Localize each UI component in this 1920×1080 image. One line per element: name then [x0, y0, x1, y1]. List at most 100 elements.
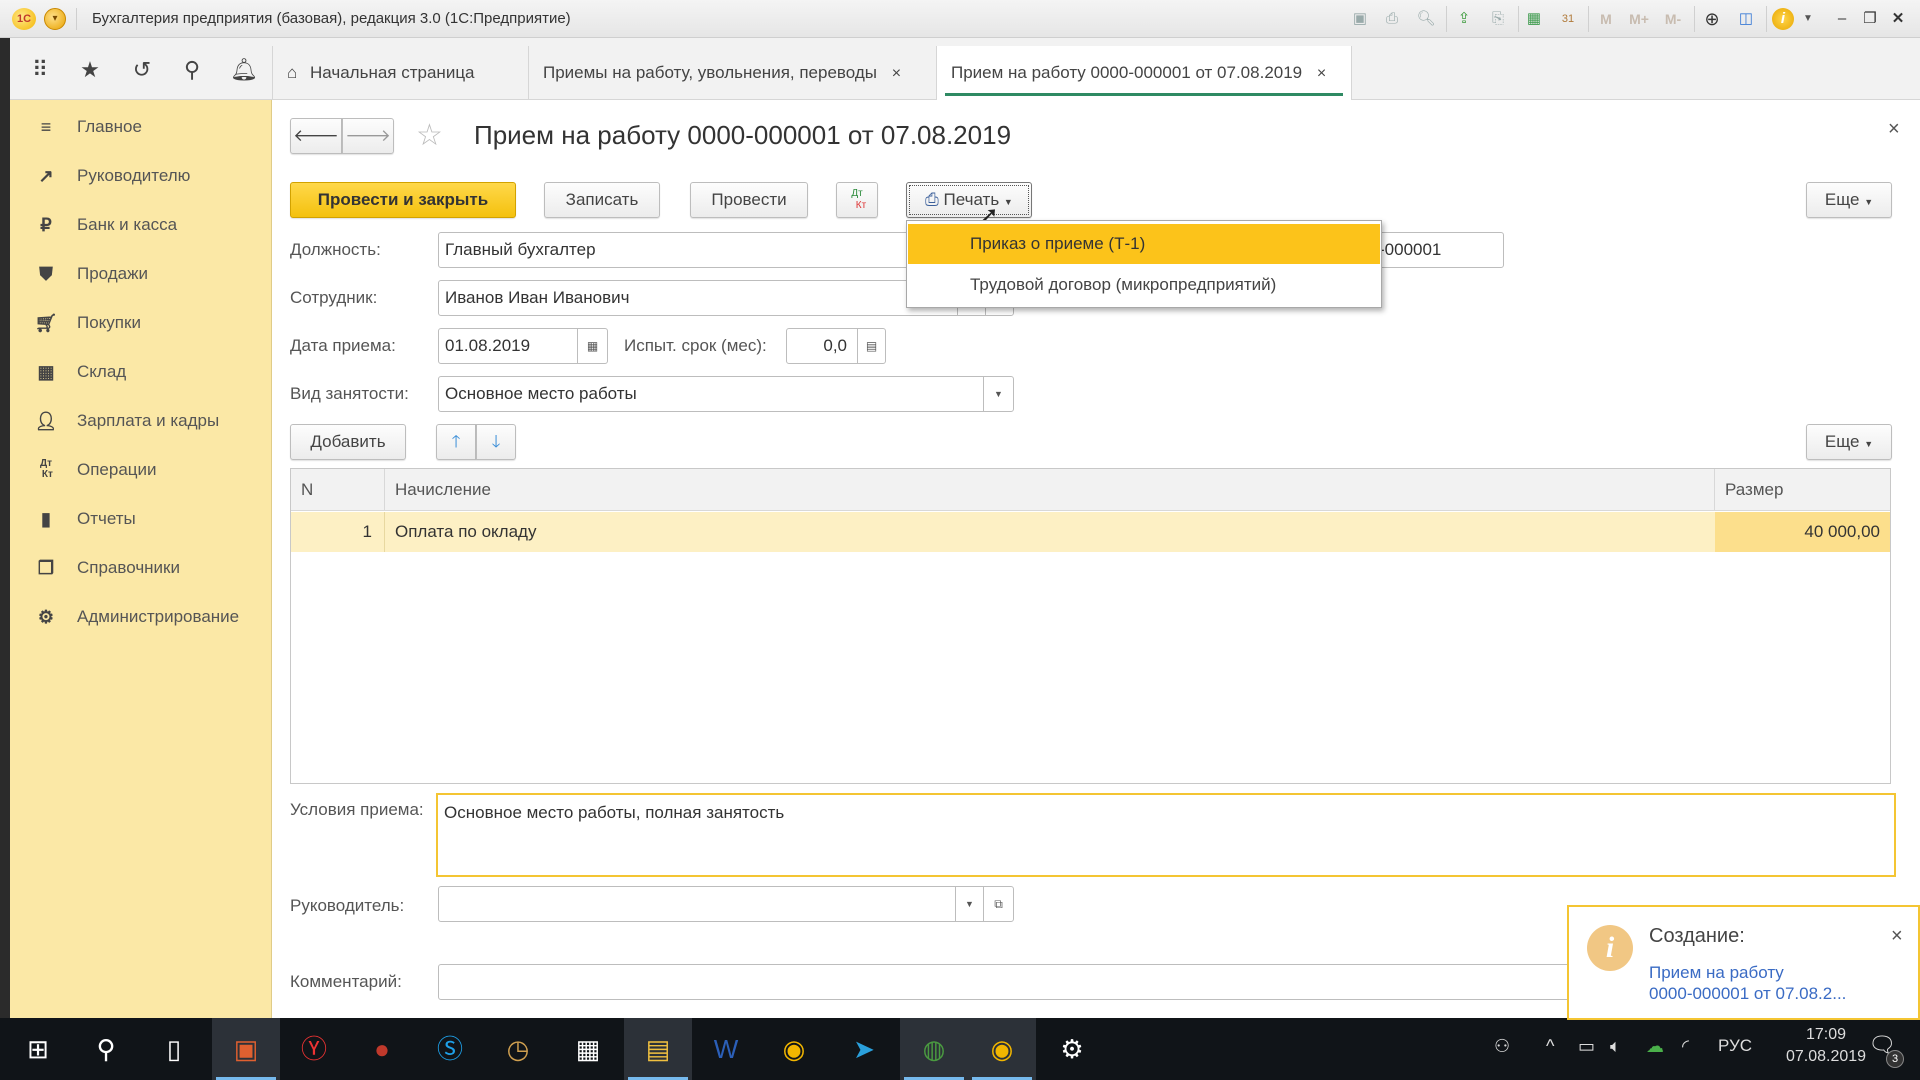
move-down-button[interactable]: 🡓: [476, 424, 516, 460]
sidebar-item-salary[interactable]: 👤︎ Зарплата и кадры: [10, 396, 272, 445]
table-cell-amount[interactable]: 40 000,00: [1715, 512, 1890, 552]
sidebar-item-manager[interactable]: ↗ Руководителю: [10, 151, 272, 200]
sidebar-item-catalogs[interactable]: ❒ Справочники: [10, 543, 272, 592]
info-dropdown-icon[interactable]: ▼: [1796, 8, 1820, 30]
close-tab-icon[interactable]: ×: [892, 65, 901, 82]
calendar-icon[interactable]: ▦: [577, 329, 607, 363]
presentation-app-icon[interactable]: ▣: [212, 1018, 280, 1080]
history-icon[interactable]: ↺: [128, 56, 156, 84]
minimize-icon[interactable]: –: [1830, 8, 1854, 30]
search-icon[interactable]: ⚲: [178, 56, 206, 84]
tab-home[interactable]: ⌂ Начальная страница: [272, 46, 528, 100]
wifi-icon[interactable]: ◜: [1682, 1036, 1689, 1057]
sidebar-item-main[interactable]: ≡ Главное: [10, 102, 272, 151]
column-header-amount[interactable]: Размер: [1715, 469, 1890, 511]
favorite-star-icon[interactable]: ☆: [416, 118, 443, 153]
chevron-down-icon[interactable]: ▼: [983, 377, 1013, 411]
download-icon[interactable]: ⎘: [1486, 8, 1510, 30]
clock-app-icon[interactable]: ◷: [484, 1018, 552, 1080]
print-button[interactable]: ⎙ Печать ▼: [906, 182, 1032, 218]
table-cell-n[interactable]: 1: [291, 512, 385, 552]
sidebar-item-admin[interactable]: ⚙ Администрирование: [10, 592, 272, 641]
memory-m-button[interactable]: M: [1594, 8, 1618, 30]
move-up-button[interactable]: 🡑: [436, 424, 476, 460]
employment-type-label: Вид занятости:: [290, 384, 409, 403]
favorites-star-icon[interactable]: ★: [76, 56, 104, 84]
table-cell-accrual[interactable]: Оплата по окладу: [385, 512, 1715, 552]
sync-cloud-icon[interactable]: ☁: [1646, 1036, 1664, 1057]
upload-icon[interactable]: ⇪: [1452, 8, 1476, 30]
start-icon[interactable]: ⊞: [4, 1018, 72, 1080]
probation-field[interactable]: 0,0 ▤: [786, 328, 886, 364]
open-icon[interactable]: ⧉: [983, 887, 1013, 921]
post-button[interactable]: Провести: [690, 182, 808, 218]
1c-icon[interactable]: ◉: [760, 1018, 828, 1080]
sidebar-item-warehouse[interactable]: ▦ Склад: [10, 347, 272, 396]
sidebar-item-operations[interactable]: Дт Кт Операции: [10, 445, 272, 494]
table-more-button[interactable]: Еще ▼: [1806, 424, 1892, 460]
apps-grid-icon[interactable]: ⠿: [26, 56, 54, 84]
save-button[interactable]: Записать: [544, 182, 660, 218]
tab-hirings-list[interactable]: Приемы на работу, увольнения, переводы ×: [528, 46, 936, 100]
save-icon[interactable]: ▣: [1348, 8, 1372, 30]
battery-icon[interactable]: ▭: [1578, 1036, 1595, 1057]
memory-minus-button[interactable]: M-: [1658, 8, 1688, 30]
add-row-button[interactable]: Добавить: [290, 424, 406, 460]
more-button[interactable]: Еще ▼: [1806, 182, 1892, 218]
calculator-icon[interactable]: ▤: [857, 329, 885, 363]
preview-icon[interactable]: 🔍︎: [1414, 8, 1438, 30]
restore-icon[interactable]: ❐: [1858, 8, 1882, 30]
main-menu-button[interactable]: ▾: [44, 8, 66, 30]
show-hidden-icons[interactable]: ^: [1546, 1036, 1554, 1057]
apple-app-icon[interactable]: ●: [348, 1018, 416, 1080]
column-header-accrual[interactable]: Начисление: [385, 469, 1715, 511]
word-icon[interactable]: W: [692, 1018, 760, 1080]
sidebar-item-reports[interactable]: ▮ Отчеты: [10, 494, 272, 543]
dt-kt-button[interactable]: Дт Кт: [836, 182, 878, 218]
hire-date-field[interactable]: 01.08.2019 ▦: [438, 328, 608, 364]
task-view-icon[interactable]: ▯: [140, 1018, 208, 1080]
sidebar-item-purchases[interactable]: 🛒︎ Покупки: [10, 298, 272, 347]
calculator-app-icon[interactable]: ▦: [554, 1018, 622, 1080]
employment-type-select[interactable]: Основное место работы ▼: [438, 376, 1014, 412]
zoom-in-icon[interactable]: ⊕: [1700, 8, 1724, 30]
post-and-close-button[interactable]: Провести и закрыть: [290, 182, 516, 218]
telegram-icon[interactable]: ➤: [830, 1018, 898, 1080]
conditions-textarea[interactable]: Основное место работы, полная занятость: [436, 793, 1896, 877]
back-button[interactable]: 🡐: [290, 118, 342, 154]
clock[interactable]: 17:09 07.08.2019: [1784, 1026, 1868, 1066]
yandex-browser-icon[interactable]: Ⓨ: [280, 1018, 348, 1080]
chrome-icon[interactable]: ◍: [900, 1018, 968, 1080]
notifications-bell-icon[interactable]: 🔔︎: [230, 56, 258, 84]
info-icon[interactable]: i: [1772, 8, 1794, 30]
memory-plus-button[interactable]: M+: [1624, 8, 1654, 30]
notification-close-icon[interactable]: ×: [1891, 925, 1903, 948]
skype-icon[interactable]: Ⓢ: [416, 1018, 484, 1080]
close-icon[interactable]: ✕: [1886, 8, 1910, 30]
calendar-icon[interactable]: 31: [1556, 8, 1580, 30]
volume-icon[interactable]: 🔈︎: [1610, 1036, 1621, 1057]
settings-icon[interactable]: ⚙: [1038, 1018, 1106, 1080]
sidebar-item-sales[interactable]: ⛊ Продажи: [10, 249, 272, 298]
print-icon[interactable]: ⎙: [1380, 8, 1404, 30]
1c-active-icon[interactable]: ◉: [968, 1018, 1036, 1080]
people-icon[interactable]: ⚇: [1494, 1036, 1510, 1057]
sidebar-item-bank[interactable]: ₽ Банк и касса: [10, 200, 272, 249]
manager-field[interactable]: ▼ ⧉: [438, 886, 1014, 922]
number-field[interactable]: -000001: [1372, 232, 1504, 268]
column-header-n[interactable]: N: [291, 469, 385, 511]
calculator-icon[interactable]: ▦: [1522, 8, 1546, 30]
print-dropdown-menu: Приказ о приеме (Т-1) Трудовой договор (…: [906, 220, 1382, 308]
forward-button[interactable]: 🡒: [342, 118, 394, 154]
menu-item-order-t1[interactable]: Приказ о приеме (Т-1): [908, 224, 1380, 264]
panels-icon[interactable]: ◫: [1734, 8, 1758, 30]
close-tab-icon[interactable]: ×: [1317, 65, 1326, 82]
search-icon[interactable]: ⚲: [72, 1018, 140, 1080]
menu-item-employment-contract[interactable]: Трудовой договор (микропредприятий): [908, 265, 1380, 305]
close-form-icon[interactable]: ×: [1888, 118, 1900, 141]
notification-link[interactable]: Прием на работу 0000-000001 от 07.08.2..…: [1649, 962, 1846, 1004]
file-explorer-icon[interactable]: ▤: [624, 1018, 692, 1080]
tab-hiring-document[interactable]: Прием на работу 0000-000001 от 07.08.201…: [936, 46, 1352, 100]
language-indicator[interactable]: РУС: [1718, 1036, 1752, 1056]
chevron-down-icon[interactable]: ▼: [955, 887, 983, 921]
